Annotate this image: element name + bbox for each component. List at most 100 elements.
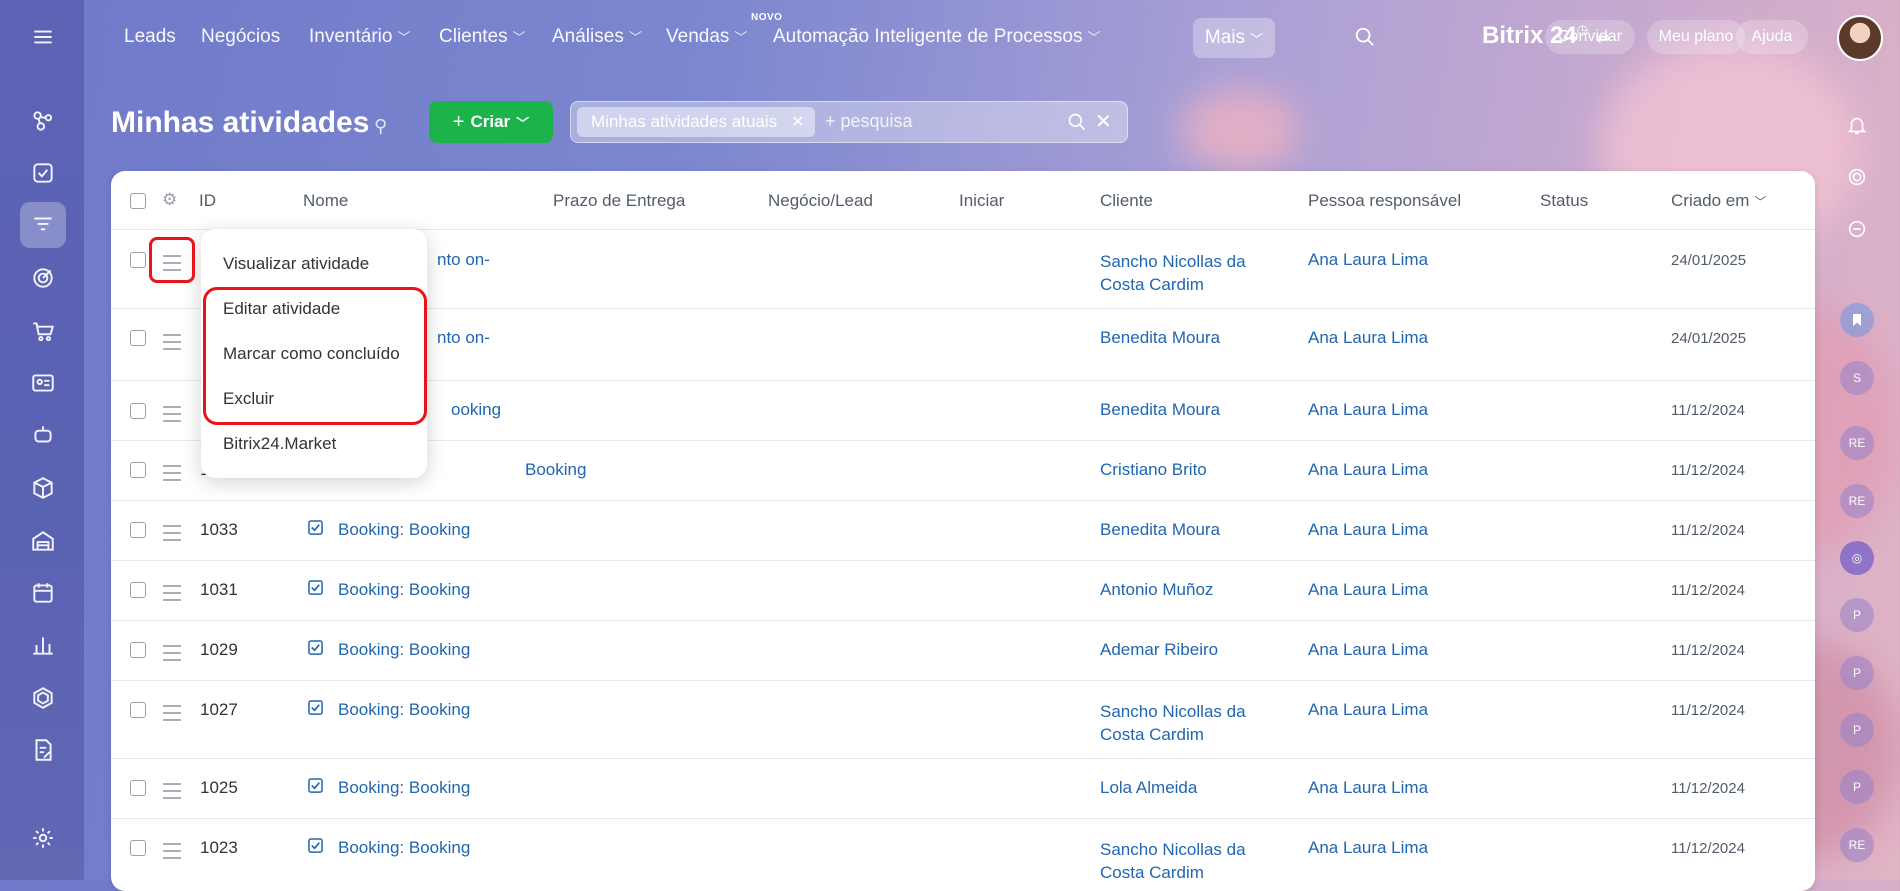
row-menu-icon[interactable]	[163, 255, 181, 271]
shopping-cart-icon[interactable]	[20, 308, 66, 354]
nav-clientes[interactable]: Clientes ﹀	[439, 26, 526, 48]
box-icon[interactable]	[20, 465, 66, 511]
client-link[interactable]: Sancho Nicollas da Costa Cardim	[1100, 700, 1246, 746]
settings-gear-icon[interactable]	[20, 815, 66, 861]
table-row[interactable]: 1025 Booking: Booking Lola Almeida Ana L…	[111, 758, 1815, 819]
client-link[interactable]: Antonio Muñoz	[1100, 580, 1213, 600]
client-link[interactable]: Sancho Nicollas da Costa Cardim	[1100, 250, 1246, 296]
column-header-id[interactable]: ID	[199, 191, 216, 211]
responsible-link[interactable]: Ana Laura Lima	[1308, 580, 1428, 600]
channel-icon[interactable]: ◎	[1840, 541, 1874, 575]
row-menu-icon[interactable]	[163, 783, 181, 799]
activity-name-link[interactable]: Booking: Booking	[338, 838, 470, 858]
remove-filter-icon[interactable]: ✕	[791, 112, 804, 132]
row-checkbox[interactable]	[130, 462, 146, 478]
responsible-link[interactable]: Ana Laura Lima	[1308, 700, 1428, 720]
row-menu-icon[interactable]	[163, 525, 181, 541]
row-checkbox[interactable]	[130, 840, 146, 856]
row-menu-icon[interactable]	[163, 585, 181, 601]
copilot-icon[interactable]	[1840, 160, 1874, 194]
nav-negocios[interactable]: Negócios	[201, 26, 280, 48]
clear-search-icon[interactable]: ✕	[1095, 109, 1112, 134]
activity-name-link[interactable]: ooking	[451, 400, 501, 420]
row-checkbox[interactable]	[130, 780, 146, 796]
row-checkbox[interactable]	[130, 330, 146, 346]
rail-avatar[interactable]: RE	[1840, 828, 1874, 862]
column-header-deadline[interactable]: Prazo de Entrega	[553, 191, 685, 211]
client-link[interactable]: Sancho Nicollas da Costa Cardim	[1100, 838, 1246, 884]
nav-leads[interactable]: Leads	[124, 26, 176, 48]
responsible-link[interactable]: Ana Laura Lima	[1308, 838, 1428, 858]
nav-more-button[interactable]: Mais ﹀	[1193, 18, 1275, 58]
table-row[interactable]: 1023 Booking: Booking Sancho Nicollas da…	[111, 818, 1815, 891]
crm-flow-icon[interactable]	[20, 98, 66, 144]
responsible-link[interactable]: Ana Laura Lima	[1308, 520, 1428, 540]
row-checkbox[interactable]	[130, 252, 146, 268]
target-icon[interactable]	[20, 255, 66, 301]
row-menu-icon[interactable]	[163, 843, 181, 859]
row-menu-icon[interactable]	[163, 406, 181, 422]
nav-automacao[interactable]: Automação Inteligente de Processos ﹀	[773, 26, 1100, 48]
rail-avatar[interactable]: S	[1840, 361, 1874, 395]
analytics-chart-icon[interactable]	[20, 622, 66, 668]
table-row[interactable]: 1031 Booking: Booking Antonio Muñoz Ana …	[111, 560, 1815, 621]
rail-avatar[interactable]: P	[1840, 656, 1874, 690]
filter-search-box[interactable]: Minhas atividades atuais ✕ + pesquisa ✕	[570, 101, 1128, 143]
nav-analises[interactable]: Análises ﹀	[552, 26, 642, 48]
activity-name-link[interactable]: Booking	[525, 460, 586, 480]
notifications-bell-icon[interactable]	[1840, 108, 1874, 142]
activity-name-link[interactable]: nto on-	[437, 328, 490, 348]
client-link[interactable]: Benedita Moura	[1100, 328, 1220, 348]
activity-name-link[interactable]: Booking: Booking	[338, 580, 470, 600]
responsible-link[interactable]: Ana Laura Lima	[1308, 778, 1428, 798]
column-header-created[interactable]: Criado em ﹀	[1671, 191, 1766, 211]
menu-item-mark-complete[interactable]: Marcar como concluído	[223, 344, 400, 364]
column-header-deal[interactable]: Negócio/Lead	[768, 191, 873, 211]
activity-name-link[interactable]: Booking: Booking	[338, 700, 470, 720]
column-header-name[interactable]: Nome	[303, 191, 348, 211]
rail-avatar[interactable]: P	[1840, 598, 1874, 632]
client-link[interactable]: Benedita Moura	[1100, 400, 1220, 420]
menu-item-delete[interactable]: Excluir	[223, 389, 274, 409]
column-header-start[interactable]: Iniciar	[959, 191, 1004, 211]
help-button[interactable]: Ajuda	[1736, 20, 1808, 54]
chat-icon[interactable]	[1840, 212, 1874, 246]
table-row[interactable]: 1027 Booking: Booking Sancho Nicollas da…	[111, 680, 1815, 759]
row-checkbox[interactable]	[130, 522, 146, 538]
row-menu-icon[interactable]	[163, 645, 181, 661]
responsible-link[interactable]: Ana Laura Lima	[1308, 328, 1428, 348]
nav-inventario[interactable]: Inventário ﹀	[309, 26, 410, 48]
activity-name-link[interactable]: Booking: Booking	[338, 520, 470, 540]
search-icon[interactable]	[1354, 26, 1376, 53]
rail-avatar[interactable]: RE	[1840, 426, 1874, 460]
pin-icon[interactable]: ⚲	[374, 116, 387, 137]
activity-name-link[interactable]: nto on-	[437, 250, 490, 270]
row-checkbox[interactable]	[130, 642, 146, 658]
contact-card-icon[interactable]	[20, 360, 66, 406]
document-sign-icon[interactable]	[20, 727, 66, 773]
bookmark-icon[interactable]	[1840, 303, 1874, 337]
row-menu-icon[interactable]	[163, 705, 181, 721]
row-checkbox[interactable]	[130, 702, 146, 718]
menu-item-view-activity[interactable]: Visualizar atividade	[223, 254, 369, 274]
menu-item-market[interactable]: Bitrix24.Market	[223, 434, 336, 454]
responsible-link[interactable]: Ana Laura Lima	[1308, 400, 1428, 420]
search-icon[interactable]	[1067, 112, 1087, 137]
client-link[interactable]: Lola Almeida	[1100, 778, 1197, 798]
table-row[interactable]: 1033 Booking: Booking Benedita Moura Ana…	[111, 500, 1815, 561]
gear-icon[interactable]: ⚙	[162, 190, 177, 210]
row-checkbox[interactable]	[130, 403, 146, 419]
hexagon-icon[interactable]	[20, 675, 66, 721]
responsible-link[interactable]: Ana Laura Lima	[1308, 250, 1428, 270]
column-header-client[interactable]: Cliente	[1100, 191, 1153, 211]
table-row[interactable]: 1029 Booking: Booking Ademar Ribeiro Ana…	[111, 620, 1815, 681]
row-menu-icon[interactable]	[163, 334, 181, 350]
activities-filter-icon[interactable]	[20, 202, 66, 248]
search-input[interactable]: + pesquisa	[825, 111, 913, 132]
invite-button[interactable]: Convidar	[1545, 20, 1635, 54]
warehouse-icon[interactable]	[20, 518, 66, 564]
row-menu-icon[interactable]	[163, 465, 181, 481]
client-link[interactable]: Cristiano Brito	[1100, 460, 1207, 480]
hamburger-menu-icon[interactable]	[20, 14, 66, 60]
client-link[interactable]: Benedita Moura	[1100, 520, 1220, 540]
